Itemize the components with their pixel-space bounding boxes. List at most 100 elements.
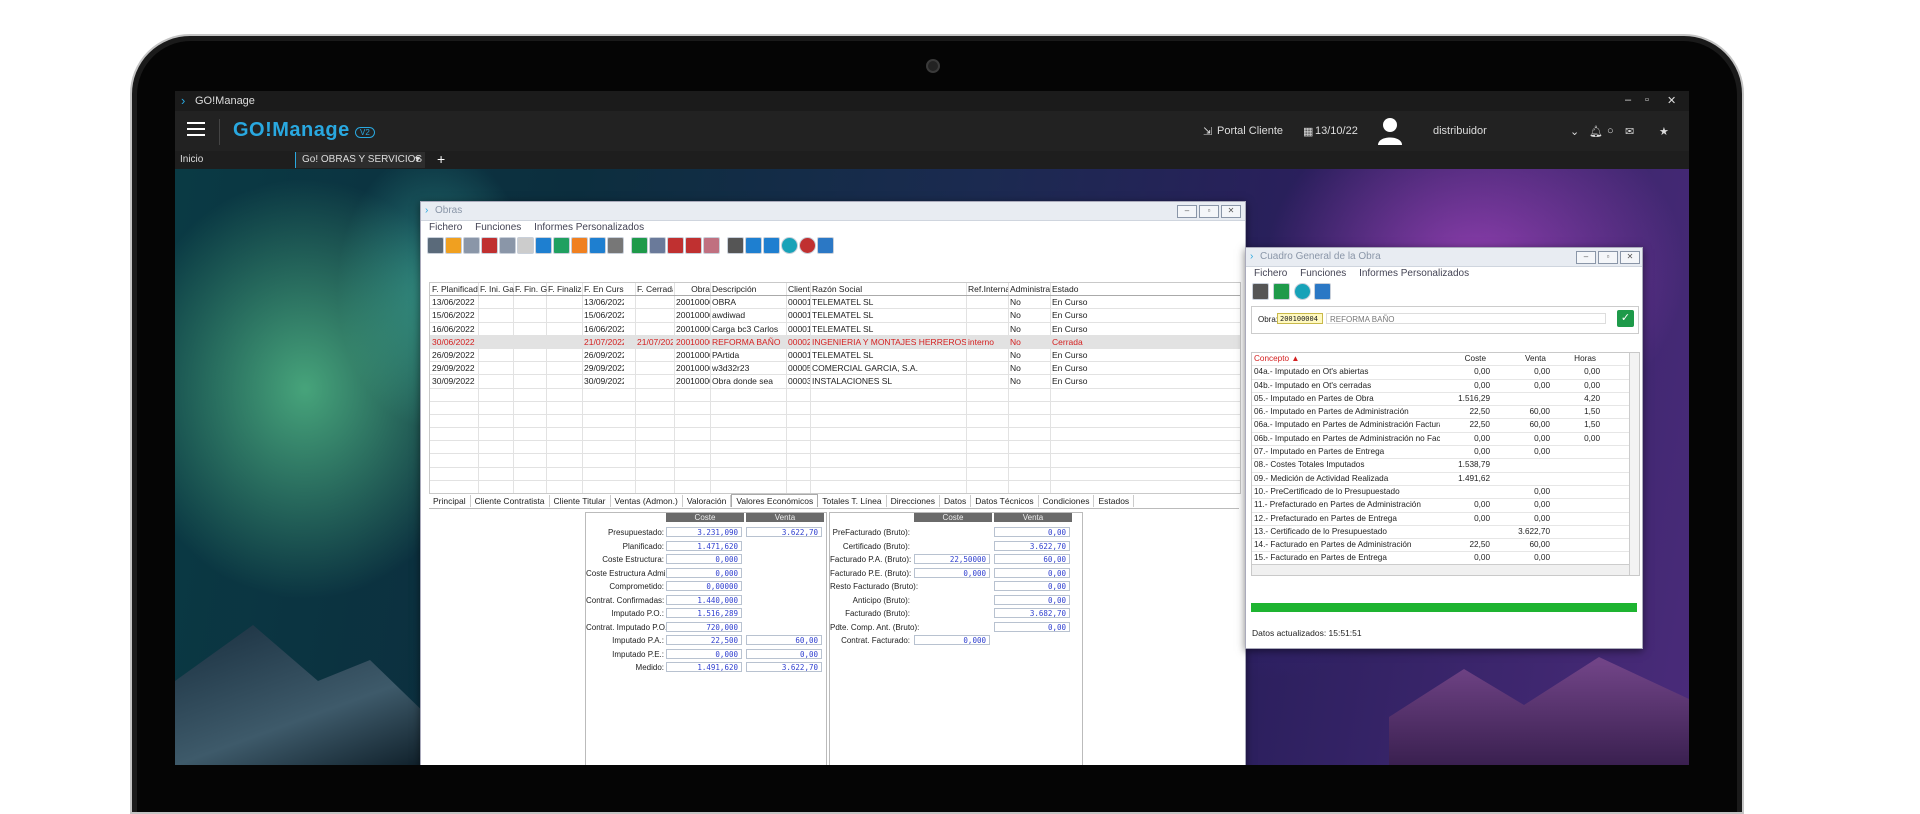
- tab-obras-servicios[interactable]: Go! OBRAS Y SERVICIOS ▾: [295, 152, 425, 168]
- attach-icon[interactable]: [703, 237, 720, 254]
- column-header[interactable]: Coste: [1432, 354, 1486, 363]
- cuadro-row[interactable]: 05.- Imputado en Partes de Obra 1.516,29 4…: [1252, 393, 1639, 407]
- tab-cliente-titular[interactable]: Cliente Titular: [550, 495, 611, 507]
- cuadro-row[interactable]: 14.- Facturado en Partes de Administraci…: [1252, 539, 1639, 553]
- column-header[interactable]: F. Planificada: [432, 284, 478, 294]
- tab-datos[interactable]: Datos: [940, 495, 972, 507]
- cuadro-menu-fichero[interactable]: Fichero: [1254, 268, 1287, 279]
- obras-close-button[interactable]: ✕: [1221, 205, 1241, 218]
- grid-icon[interactable]: [649, 237, 666, 254]
- cuadro-row[interactable]: 06b.- Imputado en Partes de Administraci…: [1252, 433, 1639, 447]
- mail-icon[interactable]: ✉: [1625, 125, 1634, 138]
- menu-informes[interactable]: Informes Personalizados: [534, 222, 644, 233]
- clock-icon[interactable]: [799, 237, 816, 254]
- table-row[interactable]: 13/06/2022 13/06/2022 200100001OBRA 00001TE…: [430, 296, 1240, 310]
- tab-datos-t-cnicos[interactable]: Datos Técnicos: [971, 495, 1039, 507]
- location-icon[interactable]: [745, 237, 762, 254]
- hamburger-menu-icon[interactable]: [187, 122, 205, 136]
- cuadro-row[interactable]: 07.- Imputado en Partes de Entrega 0,00 0,…: [1252, 446, 1639, 460]
- column-header[interactable]: Venta: [1492, 354, 1546, 363]
- confirm-check-icon[interactable]: ✓: [1617, 310, 1634, 327]
- table-row[interactable]: 30/06/202221/07/202221/07/2022200100004R…: [430, 335, 1240, 349]
- portal-cliente-link[interactable]: Portal Cliente: [1217, 125, 1283, 137]
- column-header[interactable]: F. Cerrada: [637, 284, 673, 294]
- exit-icon[interactable]: [1314, 283, 1332, 300]
- concepto-sort-header[interactable]: Concepto ▲: [1254, 354, 1440, 363]
- help-icon[interactable]: [781, 237, 798, 254]
- column-header[interactable]: F. Finaliza: [548, 284, 582, 294]
- column-header[interactable]: Razón Social: [812, 284, 966, 294]
- tab-cliente-contratista[interactable]: Cliente Contratista: [471, 495, 550, 507]
- star-icon[interactable]: ★: [1659, 125, 1669, 138]
- hierarchy-icon[interactable]: [571, 237, 588, 254]
- cuadro-row[interactable]: 04b.- Imputado en Ot's cerradas 0,00 0,00 0…: [1252, 380, 1639, 393]
- excel-export-icon[interactable]: [1272, 283, 1290, 300]
- menu-fichero[interactable]: Fichero: [429, 222, 462, 233]
- user-dropdown-chevron-icon[interactable]: ⌄: [1570, 125, 1579, 138]
- cuadro-minimize-button[interactable]: –: [1576, 251, 1596, 264]
- column-header[interactable]: Estado: [1052, 284, 1112, 294]
- edit-icon[interactable]: [427, 237, 444, 254]
- font-icon[interactable]: [763, 237, 780, 254]
- user-avatar-icon[interactable]: [1377, 117, 1403, 145]
- tab-inicio[interactable]: Inicio: [180, 154, 203, 165]
- cuadro-row[interactable]: 09.- Medición de Actividad Realizada 1.49…: [1252, 473, 1639, 486]
- calendar-icon[interactable]: [667, 237, 684, 254]
- close-button[interactable]: ✕: [1667, 94, 1676, 107]
- print-icon[interactable]: [1252, 283, 1269, 300]
- obra-code-input[interactable]: 200100004: [1277, 313, 1323, 324]
- tab-estados[interactable]: Estados: [1094, 495, 1135, 507]
- document-icon[interactable]: [463, 237, 480, 254]
- horizontal-scrollbar[interactable]: [1252, 564, 1639, 575]
- user-name[interactable]: distribuidor: [1433, 125, 1487, 137]
- cuadro-row[interactable]: 13.- Certificado de lo Presupuestado 3.62…: [1252, 526, 1639, 540]
- table-row[interactable]: 30/09/2022 30/09/2022 200100007Obra donde …: [430, 375, 1240, 389]
- column-header[interactable]: Ref.Interna: [968, 284, 1008, 294]
- maximize-button[interactable]: ▫: [1645, 94, 1649, 106]
- vertical-scrollbar[interactable]: [1629, 353, 1639, 575]
- cuadro-row[interactable]: 12.- Prefacturado en Partes de Entrega 0,…: [1252, 513, 1639, 526]
- cuadro-row[interactable]: 11.- Prefacturado en Partes de Administr…: [1252, 499, 1639, 513]
- help-icon[interactable]: [1293, 283, 1311, 300]
- table-row[interactable]: 16/06/2022 16/06/2022 200100003Carga bc3 C…: [430, 323, 1240, 336]
- cuadro-row[interactable]: 04a.- Imputado en Ot's abiertas 0,00 0,00 0…: [1252, 366, 1639, 380]
- refresh-icon[interactable]: [553, 237, 570, 254]
- table-row[interactable]: 26/09/2022 26/09/2022 200100005PArtida 0000…: [430, 349, 1240, 363]
- column-header[interactable]: Descripción: [712, 284, 784, 294]
- cuadro-maximize-button[interactable]: ▫: [1598, 251, 1618, 264]
- cuadro-row[interactable]: 06.- Imputado en Partes de Administració…: [1252, 406, 1639, 420]
- column-header[interactable]: F. Ini. Gara: [480, 284, 514, 294]
- obras-maximize-button[interactable]: ▫: [1199, 205, 1219, 218]
- column-header[interactable]: F. Fin. Gar: [515, 284, 547, 294]
- column-header[interactable]: Cliente: [788, 284, 810, 294]
- search-icon[interactable]: [727, 237, 744, 254]
- exit-icon[interactable]: [817, 237, 834, 254]
- cuadro-menu-funciones[interactable]: Funciones: [1300, 268, 1346, 279]
- fie-bdc-icon[interactable]: [607, 237, 624, 254]
- menu-funciones[interactable]: Funciones: [475, 222, 521, 233]
- cloud-icon[interactable]: [445, 237, 462, 254]
- tab-valoraci-n[interactable]: Valoración: [683, 495, 732, 507]
- bell-icon[interactable]: 🔔︎: [1589, 125, 1603, 138]
- tab-condiciones[interactable]: Condiciones: [1039, 495, 1095, 507]
- table-row[interactable]: 29/09/2022 29/09/2022 200100006w3d32r23 000…: [430, 362, 1240, 376]
- tab-dropdown-icon[interactable]: ▾: [415, 152, 420, 168]
- column-header[interactable]: F. En Curso: [584, 284, 624, 294]
- cancel-icon[interactable]: [517, 237, 534, 254]
- tab-direcciones[interactable]: Direcciones: [887, 495, 941, 507]
- tab-valores-econ-micos[interactable]: Valores Económicos: [731, 494, 819, 507]
- eye-icon[interactable]: [589, 237, 606, 254]
- delete-icon[interactable]: [481, 237, 498, 254]
- cuadro-row[interactable]: 06a.- Imputado en Partes de Administraci…: [1252, 419, 1639, 433]
- tab-ventas-admon-[interactable]: Ventas (Admon.): [611, 495, 683, 507]
- tab-totales-t-l-nea[interactable]: Totales T. Línea: [818, 495, 887, 507]
- filter-icon[interactable]: [535, 237, 552, 254]
- cuadro-row[interactable]: 08.- Costes Totales Imputados 1.538,79: [1252, 459, 1639, 473]
- cuadro-row[interactable]: 10.- PreCertificado de lo Presupuestado 0…: [1252, 486, 1639, 500]
- cuadro-close-button[interactable]: ✕: [1620, 251, 1640, 264]
- minimize-button[interactable]: –: [1625, 94, 1631, 106]
- table-row[interactable]: 15/06/2022 15/06/2022 200100002awdiwad 0000…: [430, 309, 1240, 323]
- cuadro-menu-informes[interactable]: Informes Personalizados: [1359, 268, 1469, 279]
- add-tab-button[interactable]: +: [437, 151, 445, 167]
- chat-icon[interactable]: ○: [1607, 125, 1614, 137]
